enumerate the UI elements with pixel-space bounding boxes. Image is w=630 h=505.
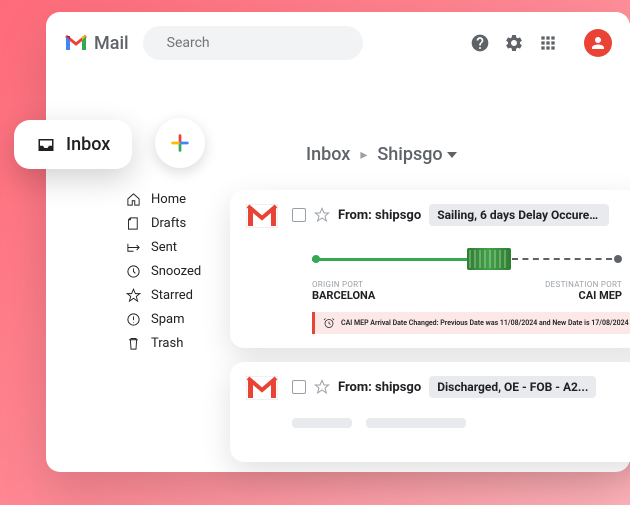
chevron-down-icon — [447, 152, 457, 158]
search-bar[interactable] — [143, 26, 363, 60]
breadcrumb-root[interactable]: Inbox — [306, 144, 350, 165]
email-from: From: shipsgo — [338, 208, 421, 223]
alarm-icon — [323, 317, 335, 329]
search-input[interactable] — [167, 35, 345, 51]
settings-icon[interactable] — [504, 33, 524, 53]
star-icon[interactable] — [314, 379, 330, 395]
breadcrumb-current-dropdown[interactable]: Shipsgo — [377, 144, 456, 165]
alert-banner: CAI MEP Arrival Date Changed: Previous D… — [312, 312, 630, 334]
app-logo: Mail — [64, 33, 129, 54]
compose-button[interactable] — [155, 118, 205, 168]
sidebar: Home Drafts Sent Snoozed Starred Spam Tr… — [126, 192, 201, 351]
help-icon[interactable] — [470, 33, 490, 53]
mail-envelope-icon — [246, 204, 278, 232]
sidebar-item-sent[interactable]: Sent — [126, 240, 201, 255]
sidebar-item-starred[interactable]: Starred — [126, 288, 201, 303]
sidebar-item-drafts[interactable]: Drafts — [126, 216, 201, 231]
destination-port-name: CAI MEP — [545, 289, 622, 302]
sidebar-item-spam[interactable]: Spam — [126, 312, 201, 327]
avatar[interactable] — [584, 29, 612, 57]
skeleton-row — [292, 418, 630, 428]
origin-dot — [312, 255, 320, 263]
shipment-timeline — [312, 250, 622, 270]
destination-dot — [614, 255, 622, 263]
origin-port-name: BARCELONA — [312, 289, 375, 302]
breadcrumb: Inbox ▸ Shipsgo — [306, 144, 457, 165]
inbox-label: Inbox — [66, 134, 110, 155]
topbar-actions — [470, 29, 612, 57]
apps-icon[interactable] — [538, 33, 558, 53]
breadcrumb-current: Shipsgo — [377, 144, 442, 165]
destination-port-label: DESTINATION PORT — [545, 280, 622, 289]
app-name: Mail — [94, 33, 129, 54]
email-checkbox[interactable] — [292, 380, 306, 394]
chevron-right-icon: ▸ — [360, 147, 367, 163]
sidebar-item-label: Trash — [151, 336, 183, 351]
container-icon — [467, 248, 511, 270]
origin-port-label: ORIGIN PORT — [312, 280, 375, 289]
port-row: ORIGIN PORT BARCELONA DESTINATION PORT C… — [312, 280, 622, 302]
mail-logo-icon — [64, 34, 88, 52]
email-from: From: shipsgo — [338, 380, 421, 395]
email-subject: Sailing, 6 days Delay Occured... — [429, 204, 609, 226]
email-card[interactable]: From: shipsgo Sailing, 6 days Delay Occu… — [230, 190, 630, 348]
inbox-pill[interactable]: Inbox — [14, 120, 132, 169]
mail-envelope-icon — [246, 376, 278, 404]
plus-icon — [169, 132, 191, 154]
sidebar-item-label: Snoozed — [151, 264, 201, 279]
email-checkbox[interactable] — [292, 208, 306, 222]
sidebar-item-label: Sent — [151, 240, 177, 255]
star-icon[interactable] — [314, 207, 330, 223]
sidebar-item-trash[interactable]: Trash — [126, 336, 201, 351]
user-icon — [589, 34, 607, 52]
sidebar-item-label: Home — [151, 192, 186, 207]
sidebar-item-snoozed[interactable]: Snoozed — [126, 264, 201, 279]
sidebar-item-label: Drafts — [151, 216, 186, 231]
sidebar-item-label: Spam — [151, 312, 185, 327]
email-subject: Discharged, OE - FOB - A2... — [429, 376, 596, 398]
topbar: Mail — [46, 12, 630, 74]
mail-app-window: Mail Inbox ▸ Shipsgo Home — [46, 12, 630, 472]
sidebar-item-home[interactable]: Home — [126, 192, 201, 207]
alert-text: CAI MEP Arrival Date Changed: Previous D… — [341, 319, 629, 327]
email-card[interactable]: From: shipsgo Discharged, OE - FOB - A2.… — [230, 362, 630, 462]
sidebar-item-label: Starred — [151, 288, 193, 303]
inbox-icon — [36, 136, 56, 154]
